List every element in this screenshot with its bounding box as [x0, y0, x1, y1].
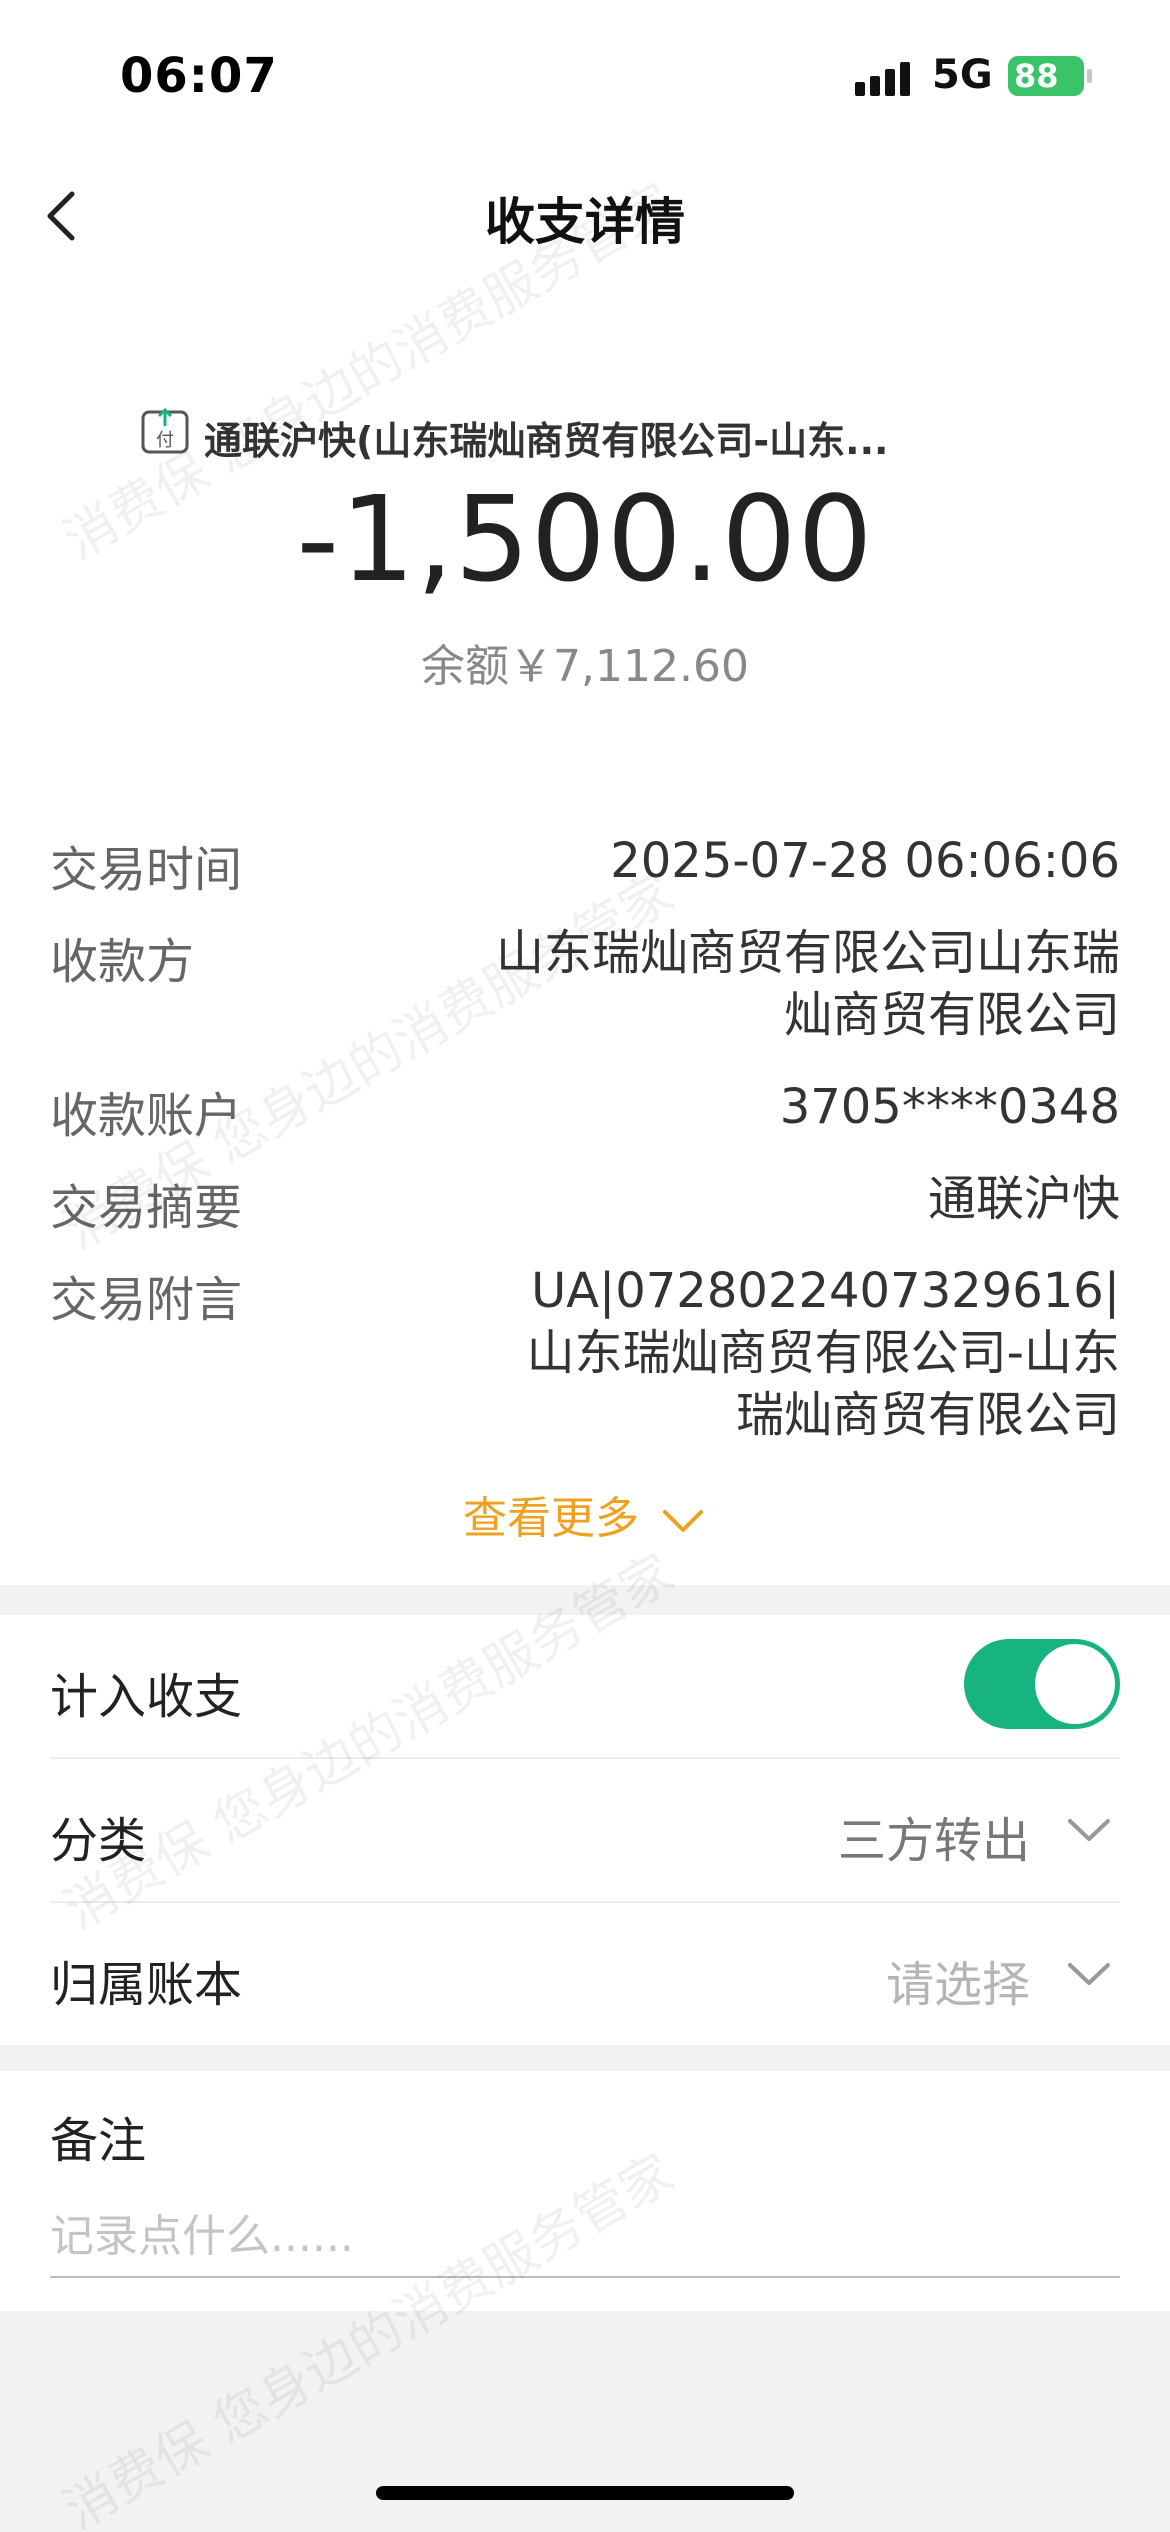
pay-icon-text: 付 [156, 430, 174, 451]
detail-row: 收款方 山东瑞灿商贸有限公司山东瑞灿商贸有限公司 [50, 922, 1120, 1046]
see-more-button[interactable]: 查看更多 [0, 1482, 1170, 1546]
chevron-down-icon [1068, 1819, 1110, 1841]
detail-value: 2025-07-28 06:06:06 [610, 833, 1120, 889]
merchant-name: 通联沪快(山东瑞灿商贸有限公司-山东... [204, 419, 889, 463]
status-bar: 06:07 5G 88 [0, 0, 1170, 150]
chevron-down-icon [663, 1510, 703, 1532]
category-row[interactable]: 分类 三方转出 [50, 1759, 1120, 1903]
ledger-row[interactable]: 归属账本 请选择 [50, 1903, 1120, 2045]
detail-row: 收款账户 3705****0348 [50, 1076, 1120, 1144]
detail-row: 交易时间 2025-07-28 06:06:06 [50, 830, 1120, 898]
detail-row: 交易附言 UA|0728022407329616|山东瑞灿商贸有限公司-山东瑞灿商… [50, 1260, 1120, 1446]
pay-icon: 付 [141, 407, 189, 454]
detail-label: 收款账户 [50, 1088, 243, 1144]
transaction-details: 交易时间 2025-07-28 06:06:06 收款方 山东瑞灿商贸有限公司山东瑞灿… [50, 830, 1120, 1476]
remark-section: 备注 [50, 2071, 1120, 2311]
detail-value: 通联沪快 [927, 1171, 1120, 1227]
account-balance: 余额￥7,112.60 [421, 641, 749, 692]
category-label: 分类 [50, 1813, 147, 1869]
battery-level: 88 [1014, 57, 1059, 95]
remark-input[interactable] [50, 2196, 1120, 2278]
ledger-placeholder: 请选择 [885, 1957, 1030, 2013]
include-in-stats-toggle[interactable] [964, 1639, 1120, 1729]
signal-icon [855, 60, 915, 96]
detail-value: 山东瑞灿商贸有限公司山东瑞灿商贸有限公司 [495, 925, 1120, 1043]
detail-label: 交易附言 [50, 1272, 243, 1328]
network-type: 5G [932, 52, 993, 98]
detail-value: UA|0728022407329616|山东瑞灿商贸有限公司-山东瑞灿商贸有限公… [526, 1263, 1120, 1443]
battery-icon: 88 [1008, 56, 1092, 96]
detail-row: 交易摘要 通联沪快 [50, 1168, 1120, 1236]
ledger-label: 归属账本 [50, 1957, 243, 2013]
remark-title: 备注 [50, 2113, 147, 2169]
category-value: 三方转出 [837, 1813, 1030, 1869]
detail-label: 收款方 [50, 934, 195, 990]
nav-bar: 收支详情 [0, 160, 1170, 270]
chevron-down-icon [1068, 1963, 1110, 1985]
merchant-row: 付 通联沪快(山东瑞灿商贸有限公司-山东... [140, 400, 1040, 470]
transaction-amount: -1,500.00 [296, 470, 874, 608]
home-indicator[interactable] [376, 2486, 794, 2500]
settings-section: 计入收支 分类 三方转出 归属账本 请选择 [0, 1615, 1170, 2045]
see-more-label: 查看更多 [463, 1493, 639, 1544]
section-divider [0, 2045, 1170, 2071]
detail-label: 交易时间 [50, 842, 243, 898]
detail-label: 交易摘要 [50, 1180, 243, 1236]
page-title: 收支详情 [485, 193, 685, 251]
section-divider [0, 1585, 1170, 1615]
include-in-stats-row: 计入收支 [50, 1615, 1120, 1759]
include-in-stats-label: 计入收支 [50, 1669, 243, 1725]
status-time: 06:07 [120, 48, 278, 104]
detail-value: 3705****0348 [779, 1079, 1120, 1135]
